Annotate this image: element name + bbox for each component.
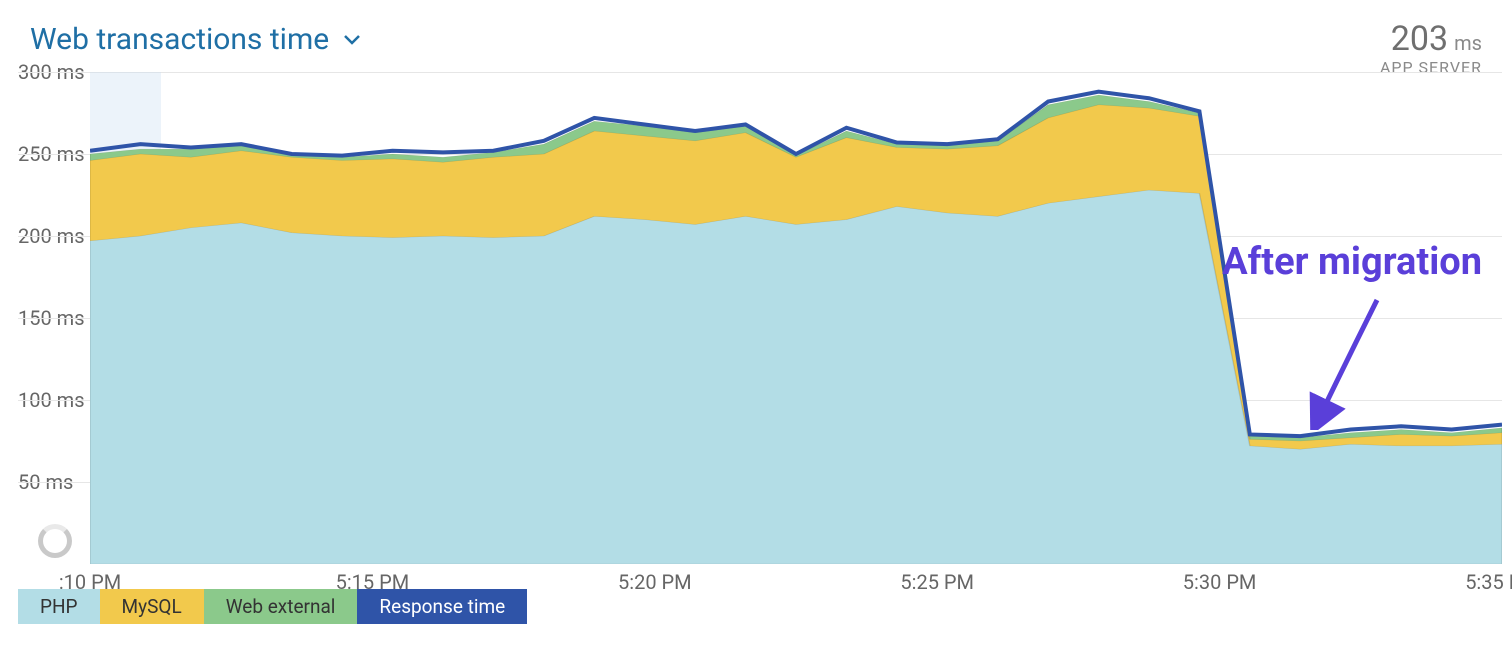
chevron-down-icon <box>343 34 361 46</box>
stacked-area-svg <box>90 72 1502 564</box>
x-tick-label: 5:20 PM <box>618 570 692 594</box>
area-php <box>90 190 1502 564</box>
x-tick-label: 5:30 PM <box>1183 570 1257 594</box>
chart-area[interactable]: 50 ms100 ms150 ms200 ms250 ms300 ms :10 … <box>18 72 1502 564</box>
loading-spinner-icon <box>38 524 72 558</box>
legend-item-response-time[interactable]: Response time <box>357 589 527 624</box>
plot-surface[interactable]: :10 PM5:15 PM5:20 PM5:25 PM5:30 PM5:35 P… <box>90 72 1502 564</box>
chart-title: Web transactions time <box>30 22 329 57</box>
x-tick-label: 5:35 PM <box>1465 570 1512 594</box>
metric-unit: ms <box>1454 33 1482 54</box>
legend-item-web-external[interactable]: Web external <box>204 589 358 624</box>
legend-item-mysql[interactable]: MySQL <box>100 589 204 624</box>
legend-item-php[interactable]: PHP <box>18 589 100 624</box>
metric-value: 203 <box>1391 22 1448 58</box>
x-tick-label: 5:25 PM <box>900 570 974 594</box>
summary-metric: 203 ms APP SERVER <box>1380 22 1482 76</box>
chart-title-dropdown[interactable]: Web transactions time <box>30 22 361 57</box>
legend: PHP MySQL Web external Response time <box>18 589 527 624</box>
